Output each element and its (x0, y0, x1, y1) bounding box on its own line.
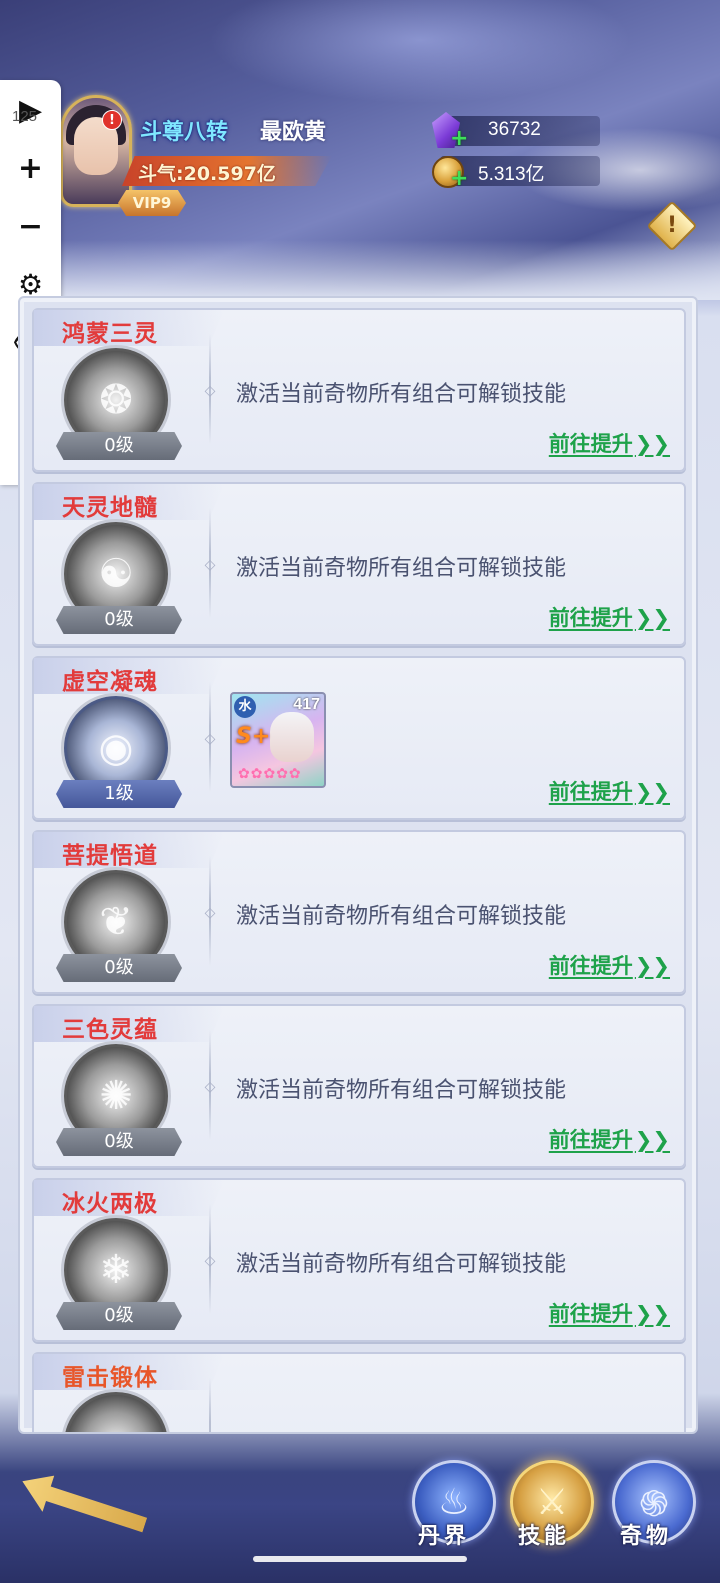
double-chevron-icon: ❯❯ (634, 780, 670, 804)
skill-card: 雷击锻体 (32, 1352, 686, 1432)
skill-level: 0级 (56, 606, 182, 634)
vip-badge[interactable]: VIP9 (118, 190, 186, 216)
goto-upgrade-label: 前往提升 (548, 606, 633, 630)
skill-level: 0级 (56, 1302, 182, 1330)
skill-card: 菩提悟道 ❦ 0级 ◇ 激活当前奇物所有组合可解锁技能 前往提升❯❯ (32, 830, 686, 994)
info-exclamation-icon: ! (666, 213, 678, 238)
skill-orb[interactable] (64, 1392, 168, 1432)
double-chevron-icon: ❯❯ (634, 1302, 670, 1326)
bottom-bar-background (0, 1470, 720, 1583)
skill-title: 天灵地髓 (62, 495, 158, 521)
skill-title: 鸿蒙三灵 (62, 321, 158, 347)
hero-portrait (270, 712, 314, 762)
hero-level: 417 (293, 696, 320, 713)
player-name: 最欧黄 (260, 120, 327, 145)
add-gems-icon[interactable]: + (450, 128, 468, 150)
goto-upgrade-label: 前往提升 (548, 954, 633, 978)
skill-card: 三色灵蕴 ✺ 0级 ◇ 激活当前奇物所有组合可解锁技能 前往提升❯❯ (32, 1004, 686, 1168)
skill-title: 菩提悟道 (62, 843, 158, 869)
double-chevron-icon: ❯❯ (634, 954, 670, 978)
goto-upgrade-label: 前往提升 (548, 432, 633, 456)
player-rank: 斗尊八转 (140, 120, 229, 145)
zoom-out-icon[interactable]: − (0, 204, 61, 248)
gold-count: 5.313亿 (478, 164, 545, 185)
double-chevron-icon: ❯❯ (634, 606, 670, 630)
hero-element-badge: 水 (234, 696, 256, 718)
skill-title: 雷击锻体 (62, 1365, 158, 1391)
notification-badge: ! (102, 110, 122, 130)
hero-stars-icon: ✿✿✿✿✿ (238, 766, 302, 782)
skill-card: 冰火两极 ❄ 0级 ◇ 激活当前奇物所有组合可解锁技能 前往提升❯❯ (32, 1178, 686, 1342)
skill-card: 虚空凝魂 ◉ 1级 ◇ 水 417 S+ ✿✿✿✿✿ 前往提升❯❯ (32, 656, 686, 820)
goto-upgrade-link[interactable]: 前往提升❯❯ (549, 428, 670, 458)
skill-description: 激活当前奇物所有组合可解锁技能 (236, 904, 567, 929)
zoom-in-icon[interactable]: + (0, 146, 61, 190)
goto-upgrade-label: 前往提升 (548, 1302, 633, 1326)
goto-upgrade-link[interactable]: 前往提升❯❯ (549, 1124, 670, 1154)
divider-knot-icon: ◇ (204, 1079, 216, 1095)
skill-description: 激活当前奇物所有组合可解锁技能 (236, 382, 567, 407)
skill-card: 天灵地髓 ☯ 0级 ◇ 激活当前奇物所有组合可解锁技能 前往提升❯❯ (32, 482, 686, 646)
skill-description: 激活当前奇物所有组合可解锁技能 (236, 556, 567, 581)
goto-upgrade-label: 前往提升 (548, 780, 633, 804)
goto-upgrade-label: 前往提升 (548, 1128, 633, 1152)
add-gold-icon[interactable]: + (450, 168, 468, 190)
goto-upgrade-link[interactable]: 前往提升❯❯ (549, 950, 670, 980)
skill-title: 冰火两极 (62, 1191, 158, 1217)
skill-list-panel[interactable]: 鸿蒙三灵 ❂ 0级 ◇ 激活当前奇物所有组合可解锁技能 前往提升❯❯ 天灵地髓 … (18, 296, 698, 1434)
skill-card: 鸿蒙三灵 ❂ 0级 ◇ 激活当前奇物所有组合可解锁技能 前往提升❯❯ (32, 308, 686, 472)
nav-artifacts-label: 奇物 (620, 1524, 673, 1549)
skill-level: 0级 (56, 1128, 182, 1156)
divider-knot-icon: ◇ (204, 1253, 216, 1269)
divider-knot-icon: ◇ (204, 383, 216, 399)
divider (209, 1378, 211, 1432)
skill-level: 1级 (56, 780, 182, 808)
home-indicator[interactable] (253, 1556, 467, 1562)
divider-knot-icon: ◇ (204, 905, 216, 921)
hero-rank: S+ (236, 724, 271, 749)
goto-upgrade-link[interactable]: 前往提升❯❯ (549, 776, 670, 806)
skill-level: 0级 (56, 432, 182, 460)
skill-title: 虚空凝魂 (62, 669, 158, 695)
nav-danjie-label: 丹界 (418, 1524, 471, 1549)
skill-title: 三色灵蕴 (62, 1017, 158, 1043)
hero-card[interactable]: 水 417 S+ ✿✿✿✿✿ (230, 692, 326, 788)
goto-upgrade-link[interactable]: 前往提升❯❯ (549, 602, 670, 632)
divider-knot-icon: ◇ (204, 557, 216, 573)
double-chevron-icon: ❯❯ (634, 432, 670, 456)
skill-level: 0级 (56, 954, 182, 982)
nav-skills-label: 技能 (518, 1524, 571, 1549)
goto-upgrade-link[interactable]: 前往提升❯❯ (549, 1298, 670, 1328)
skill-description: 激活当前奇物所有组合可解锁技能 (236, 1078, 567, 1103)
skill-description: 激活当前奇物所有组合可解锁技能 (236, 1252, 567, 1277)
divider-knot-icon: ◇ (204, 731, 216, 747)
toolbar-speed-badge: 125 (12, 108, 38, 125)
gem-count: 36732 (488, 119, 541, 140)
player-power: 斗气:20.597亿 (138, 163, 276, 185)
double-chevron-icon: ❯❯ (634, 1128, 670, 1152)
